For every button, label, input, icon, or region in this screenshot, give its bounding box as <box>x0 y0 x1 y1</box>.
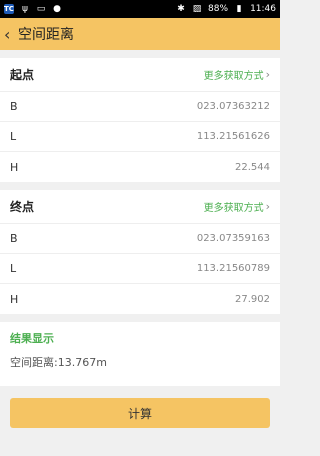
end-point-header: 终点 更多获取方式 › <box>0 190 280 224</box>
bluetooth-icon: ✱ <box>177 3 185 14</box>
start-more-options-link[interactable]: 更多获取方式 › <box>204 67 270 82</box>
start-h-value: 22.544 <box>235 161 270 173</box>
app-badge-icon: TC <box>4 4 14 14</box>
start-point-header: 起点 更多获取方式 › <box>0 58 280 92</box>
start-more-options-label: 更多获取方式 <box>203 71 264 82</box>
result-distance-text: 空间距离:13.767m <box>10 356 107 369</box>
start-point-section: 起点 更多获取方式 › B 023.07363212 L 113.2156162… <box>0 58 280 182</box>
start-h-label: H <box>10 160 19 174</box>
start-l-row[interactable]: L 113.21561626 <box>0 122 280 152</box>
status-right: ✱ ▨ 88% ▮ 11:46 <box>176 4 276 14</box>
battery-percent: 88% <box>208 4 229 14</box>
start-h-row[interactable]: H 22.544 <box>0 152 280 182</box>
start-point-title: 起点 <box>10 68 35 82</box>
end-more-options-label: 更多获取方式 <box>203 203 264 214</box>
status-bar: TC ψ ▭ ● ✱ ▨ 88% ▮ 11:46 <box>0 0 280 18</box>
image-icon: ▭ <box>36 3 46 14</box>
android-icon: ● <box>53 3 61 14</box>
clock: 11:46 <box>250 4 276 14</box>
start-l-label: L <box>10 130 17 143</box>
end-l-label: L <box>10 262 17 275</box>
end-more-options-link[interactable]: 更多获取方式 › <box>204 199 270 214</box>
end-b-row[interactable]: B 023.07359163 <box>0 224 280 254</box>
end-h-value: 27.902 <box>235 293 270 305</box>
end-point-title: 终点 <box>10 200 35 214</box>
status-left: TC ψ ▭ ● <box>4 4 62 14</box>
back-chevron-icon[interactable]: ‹ <box>4 25 18 44</box>
start-b-value: 023.07363212 <box>196 101 270 112</box>
usb-icon: ψ <box>22 3 28 14</box>
start-l-value: 113.21561626 <box>196 131 270 142</box>
end-h-label: H <box>10 292 19 306</box>
battery-icon: ▮ <box>236 3 242 14</box>
end-h-row[interactable]: H 27.902 <box>0 284 280 314</box>
result-section: 结果显示 空间距离:13.767m <box>0 322 280 386</box>
end-b-label: B <box>10 232 18 245</box>
app-bar: ‹ 空间距离 <box>0 18 280 50</box>
no-signal-icon: ▨ <box>192 3 202 14</box>
result-title: 结果显示 <box>10 332 54 345</box>
page-title: 空间距离 <box>18 27 74 43</box>
start-b-label: B <box>10 100 18 113</box>
start-b-row[interactable]: B 023.07363212 <box>0 92 280 122</box>
end-l-row[interactable]: L 113.21560789 <box>0 254 280 284</box>
end-l-value: 113.21560789 <box>196 263 270 274</box>
chevron-right-icon: › <box>265 68 270 81</box>
end-b-value: 023.07359163 <box>196 233 270 244</box>
chevron-right-icon: › <box>265 200 270 213</box>
end-point-section: 终点 更多获取方式 › B 023.07359163 L 113.2156078… <box>0 190 280 314</box>
calculate-button[interactable]: 计算 <box>10 398 270 428</box>
action-area: 计算 <box>0 386 280 428</box>
